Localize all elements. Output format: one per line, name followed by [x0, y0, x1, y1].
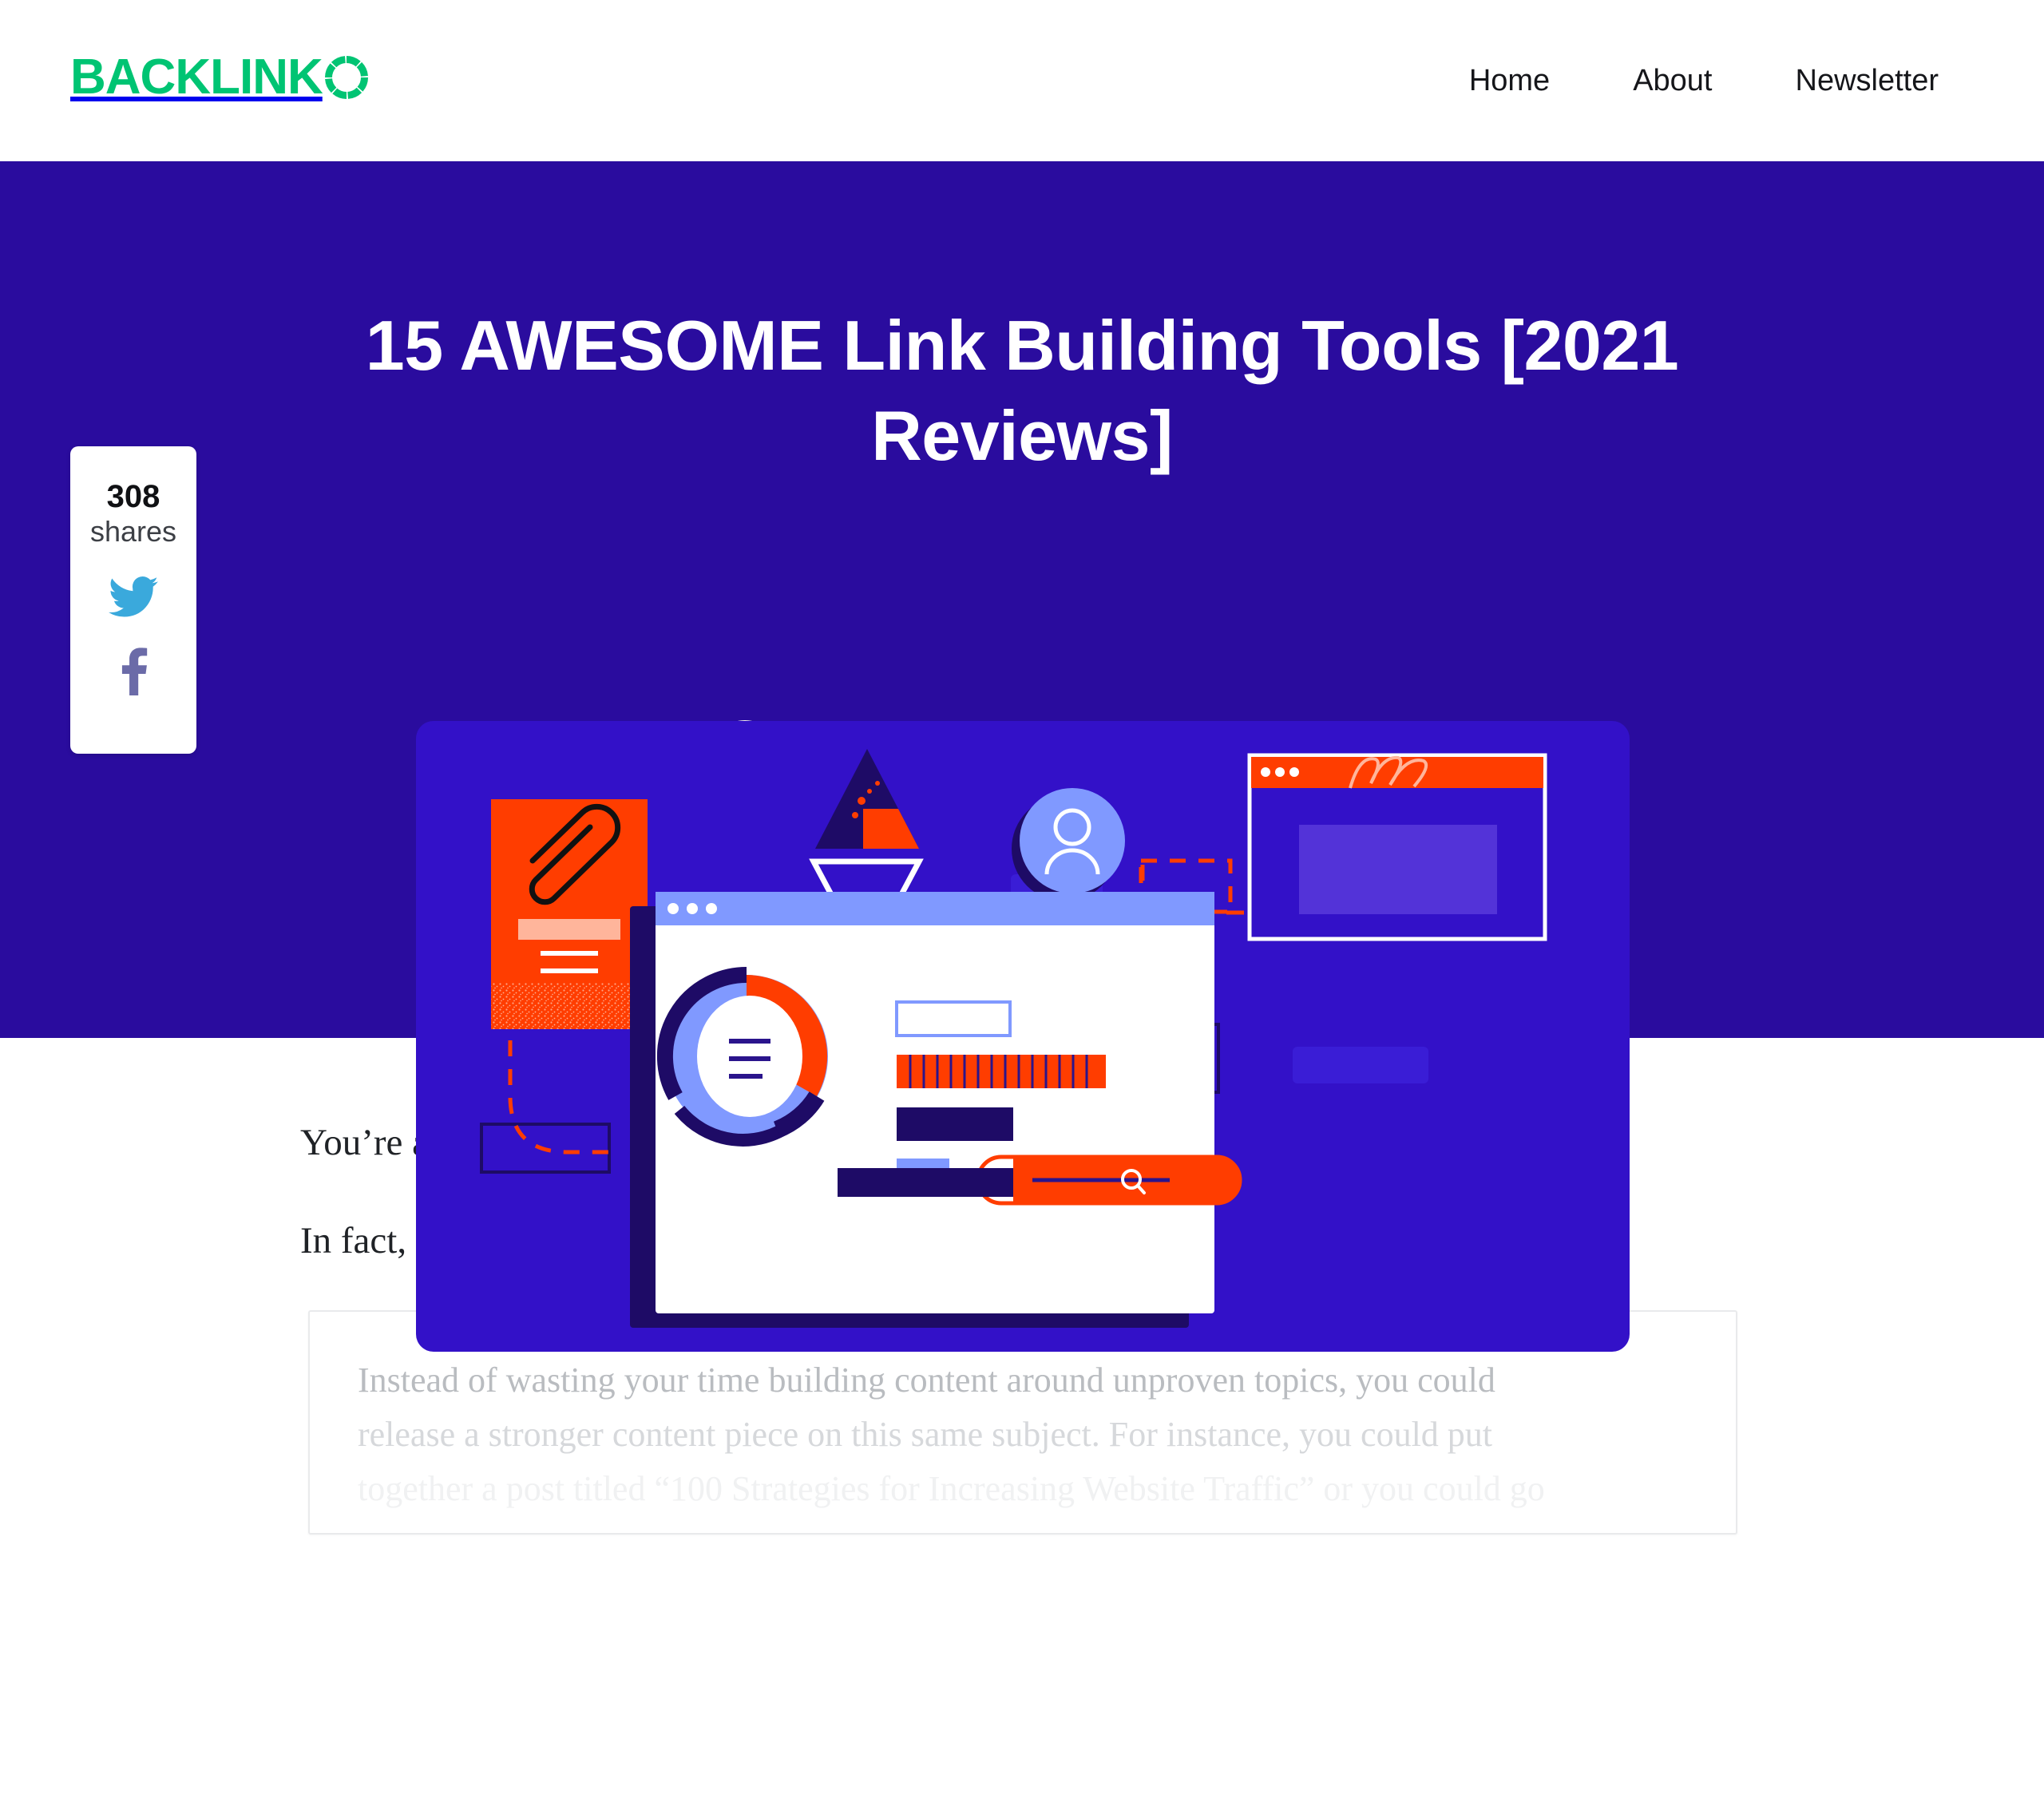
nav-link-about[interactable]: About	[1591, 65, 1753, 96]
facebook-f-icon	[117, 648, 149, 699]
twitter-bird-icon	[109, 576, 158, 621]
nav-link-home[interactable]: Home	[1428, 65, 1591, 96]
hero-section: 308 shares 15 AWESOME Link Building Tool…	[0, 161, 2044, 1352]
browser-window-orange	[1247, 753, 1547, 941]
illustration-graphic	[480, 749, 1547, 1328]
triangle-shape	[815, 749, 919, 849]
segmented-circle-icon	[324, 55, 369, 100]
nav-link-newsletter[interactable]: Newsletter	[1754, 65, 1981, 96]
brand-logo[interactable]: BACKLINK	[70, 53, 369, 102]
page-title: 15 AWESOME Link Building Tools [2021 Rev…	[365, 306, 1679, 475]
brand-wordmark: BACKLINK	[70, 50, 323, 105]
quote-line-1: Instead of wasting your time building co…	[358, 1361, 1495, 1400]
share-label: shares	[89, 515, 177, 548]
quote-line-2: release a stronger content piece on this…	[358, 1415, 1493, 1455]
site-header: BACKLINK Home About Newsletter	[0, 0, 2044, 161]
twitter-share-button[interactable]	[109, 576, 158, 622]
link-building-tools-illustration	[416, 721, 1630, 1352]
donut-chart	[656, 967, 828, 1147]
quote-line-3: together a post titled “100 Strategies f…	[358, 1469, 1545, 1509]
main-navigation: Home About Newsletter	[1428, 0, 1980, 161]
share-widget: 308 shares	[70, 446, 196, 754]
dark-bar	[897, 1107, 1013, 1141]
share-count: 308	[106, 479, 160, 514]
dashboard-window	[630, 892, 1214, 1328]
striped-progress-bar	[897, 1055, 1106, 1088]
paperclip-card	[491, 799, 648, 1029]
facebook-share-button[interactable]	[117, 646, 149, 699]
person-avatar-icon	[1012, 788, 1125, 901]
